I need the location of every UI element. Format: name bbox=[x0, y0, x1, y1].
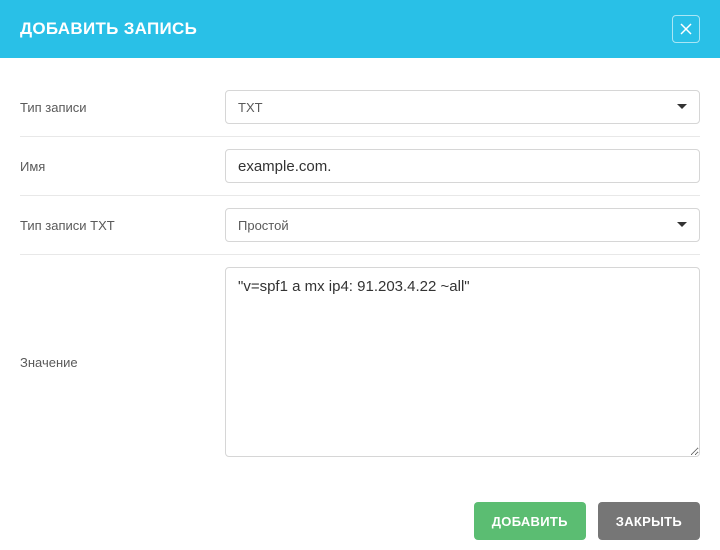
label-record-type: Тип записи bbox=[20, 100, 225, 115]
select-txt-type[interactable]: Простой bbox=[225, 208, 700, 242]
modal-header: ДОБАВИТЬ ЗАПИСЬ bbox=[0, 0, 720, 58]
submit-button[interactable]: ДОБАВИТЬ bbox=[474, 502, 586, 540]
select-record-type-value: TXT bbox=[238, 100, 263, 115]
label-name: Имя bbox=[20, 159, 225, 174]
modal-footer: ДОБАВИТЬ ЗАКРЫТЬ bbox=[0, 474, 720, 550]
close-footer-button[interactable]: ЗАКРЫТЬ bbox=[598, 502, 700, 540]
select-record-type[interactable]: TXT bbox=[225, 90, 700, 124]
modal-body: Тип записи TXT Имя Тип записи TXT Просто… bbox=[0, 58, 720, 474]
row-value: Значение bbox=[20, 255, 700, 474]
close-icon bbox=[679, 22, 693, 36]
add-record-modal: ДОБАВИТЬ ЗАПИСЬ Тип записи TXT Имя bbox=[0, 0, 720, 550]
row-txt-type: Тип записи TXT Простой bbox=[20, 196, 700, 255]
row-record-type: Тип записи TXT bbox=[20, 78, 700, 137]
label-txt-type: Тип записи TXT bbox=[20, 218, 225, 233]
label-value: Значение bbox=[20, 267, 225, 370]
select-txt-type-value: Простой bbox=[238, 218, 289, 233]
close-button[interactable] bbox=[672, 15, 700, 43]
input-name[interactable] bbox=[225, 149, 700, 183]
row-name: Имя bbox=[20, 137, 700, 196]
textarea-value[interactable] bbox=[225, 267, 700, 457]
modal-title: ДОБАВИТЬ ЗАПИСЬ bbox=[20, 19, 197, 39]
